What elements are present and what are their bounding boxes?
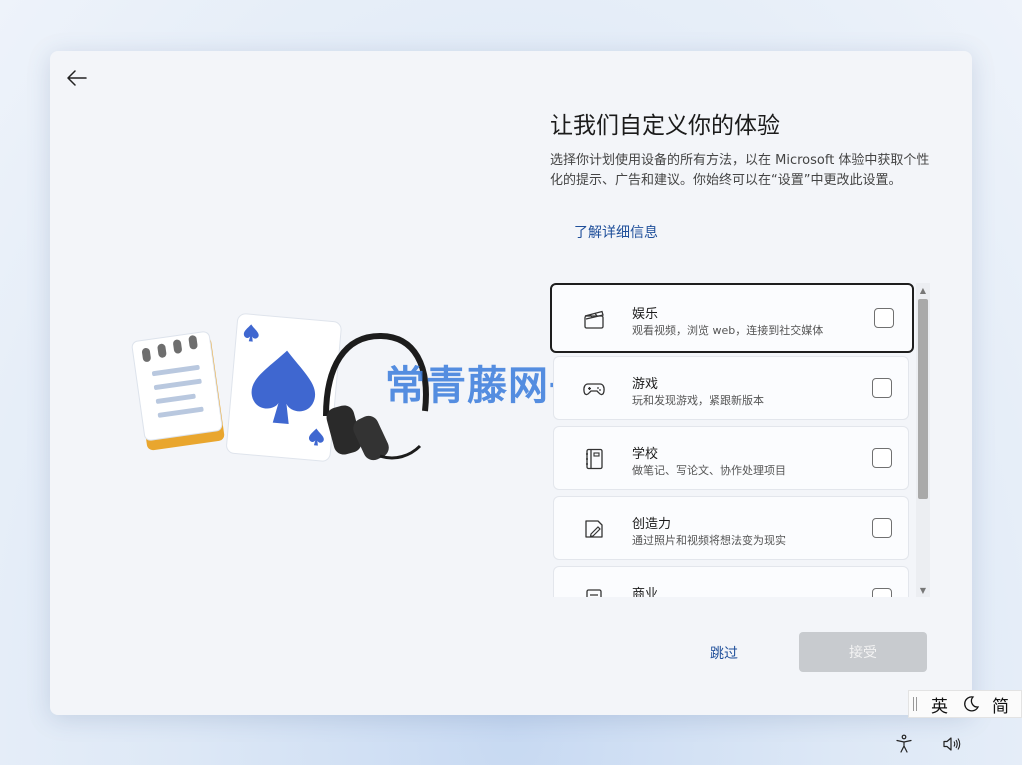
arrow-left-icon xyxy=(67,70,87,86)
option-entertainment[interactable]: 娱乐 观看视频，浏览 web，连接到社交媒体 xyxy=(550,283,914,353)
option-description: 玩和发现游戏，紧跟新版本 xyxy=(632,394,764,407)
skip-button[interactable]: 跳过 xyxy=(710,643,738,663)
option-business[interactable]: 商业 xyxy=(553,566,909,597)
checkbox[interactable] xyxy=(872,588,892,597)
playing-card-illustration-icon xyxy=(226,313,342,462)
option-label: 学校 xyxy=(632,447,659,462)
option-label: 商业 xyxy=(632,587,659,597)
options-list: 娱乐 观看视频，浏览 web，连接到社交媒体 游戏 玩和发现游戏，紧跟新版本 学… xyxy=(550,283,916,597)
accept-button[interactable]: 接受 xyxy=(799,632,927,672)
scrollbar-thumb[interactable] xyxy=(918,299,928,499)
checkbox[interactable] xyxy=(872,448,892,468)
checkbox[interactable] xyxy=(874,308,894,328)
checkbox[interactable] xyxy=(872,378,892,398)
clapperboard-icon xyxy=(584,310,604,329)
learn-more-link[interactable]: 了解详细信息 xyxy=(574,222,658,242)
ime-language-toggle[interactable]: 英 xyxy=(931,692,948,717)
ime-mode-toggle[interactable]: 简 xyxy=(992,692,1009,717)
ime-toolbar: 英 简 xyxy=(908,690,1022,718)
page-description: 选择你计划使用设备的所有方法，以在 Microsoft 体验中获取个性化的提示、… xyxy=(550,153,930,188)
scroll-down-arrow-icon[interactable]: ▼ xyxy=(916,583,930,597)
back-button[interactable] xyxy=(64,65,90,91)
ime-grip-handle[interactable] xyxy=(913,697,917,711)
option-description: 做笔记、写论文、协作处理项目 xyxy=(632,464,786,477)
option-creativity[interactable]: 创造力 通过照片和视频将想法变为现实 xyxy=(553,496,909,560)
options-scrollbar[interactable]: ▲ ▼ xyxy=(916,283,930,597)
checkbox[interactable] xyxy=(872,518,892,538)
option-school[interactable]: 学校 做笔记、写论文、协作处理项目 xyxy=(553,426,909,490)
ime-halfwidth-moon-icon[interactable] xyxy=(962,695,980,713)
document-icon xyxy=(586,589,602,597)
option-description: 观看视频，浏览 web，连接到社交媒体 xyxy=(632,324,824,337)
oobe-window: 常青藤网子 让我们自定义你的体验 选择你计划使用设备的所有方法，以在 Micro… xyxy=(50,51,972,715)
creative-pen-icon xyxy=(585,520,603,538)
option-label: 娱乐 xyxy=(632,307,659,322)
notebook-icon xyxy=(586,448,603,470)
option-label: 创造力 xyxy=(632,517,672,532)
page-title: 让我们自定义你的体验 xyxy=(550,113,780,139)
notepad-illustration-icon xyxy=(131,331,225,451)
option-description: 通过照片和视频将想法变为现实 xyxy=(632,534,786,547)
option-gaming[interactable]: 游戏 玩和发现游戏，紧跟新版本 xyxy=(553,356,909,420)
option-label: 游戏 xyxy=(632,377,659,392)
gamepad-icon xyxy=(583,383,605,396)
accessibility-icon[interactable] xyxy=(893,733,915,755)
volume-icon[interactable] xyxy=(941,733,963,755)
scroll-up-arrow-icon[interactable]: ▲ xyxy=(916,283,930,297)
